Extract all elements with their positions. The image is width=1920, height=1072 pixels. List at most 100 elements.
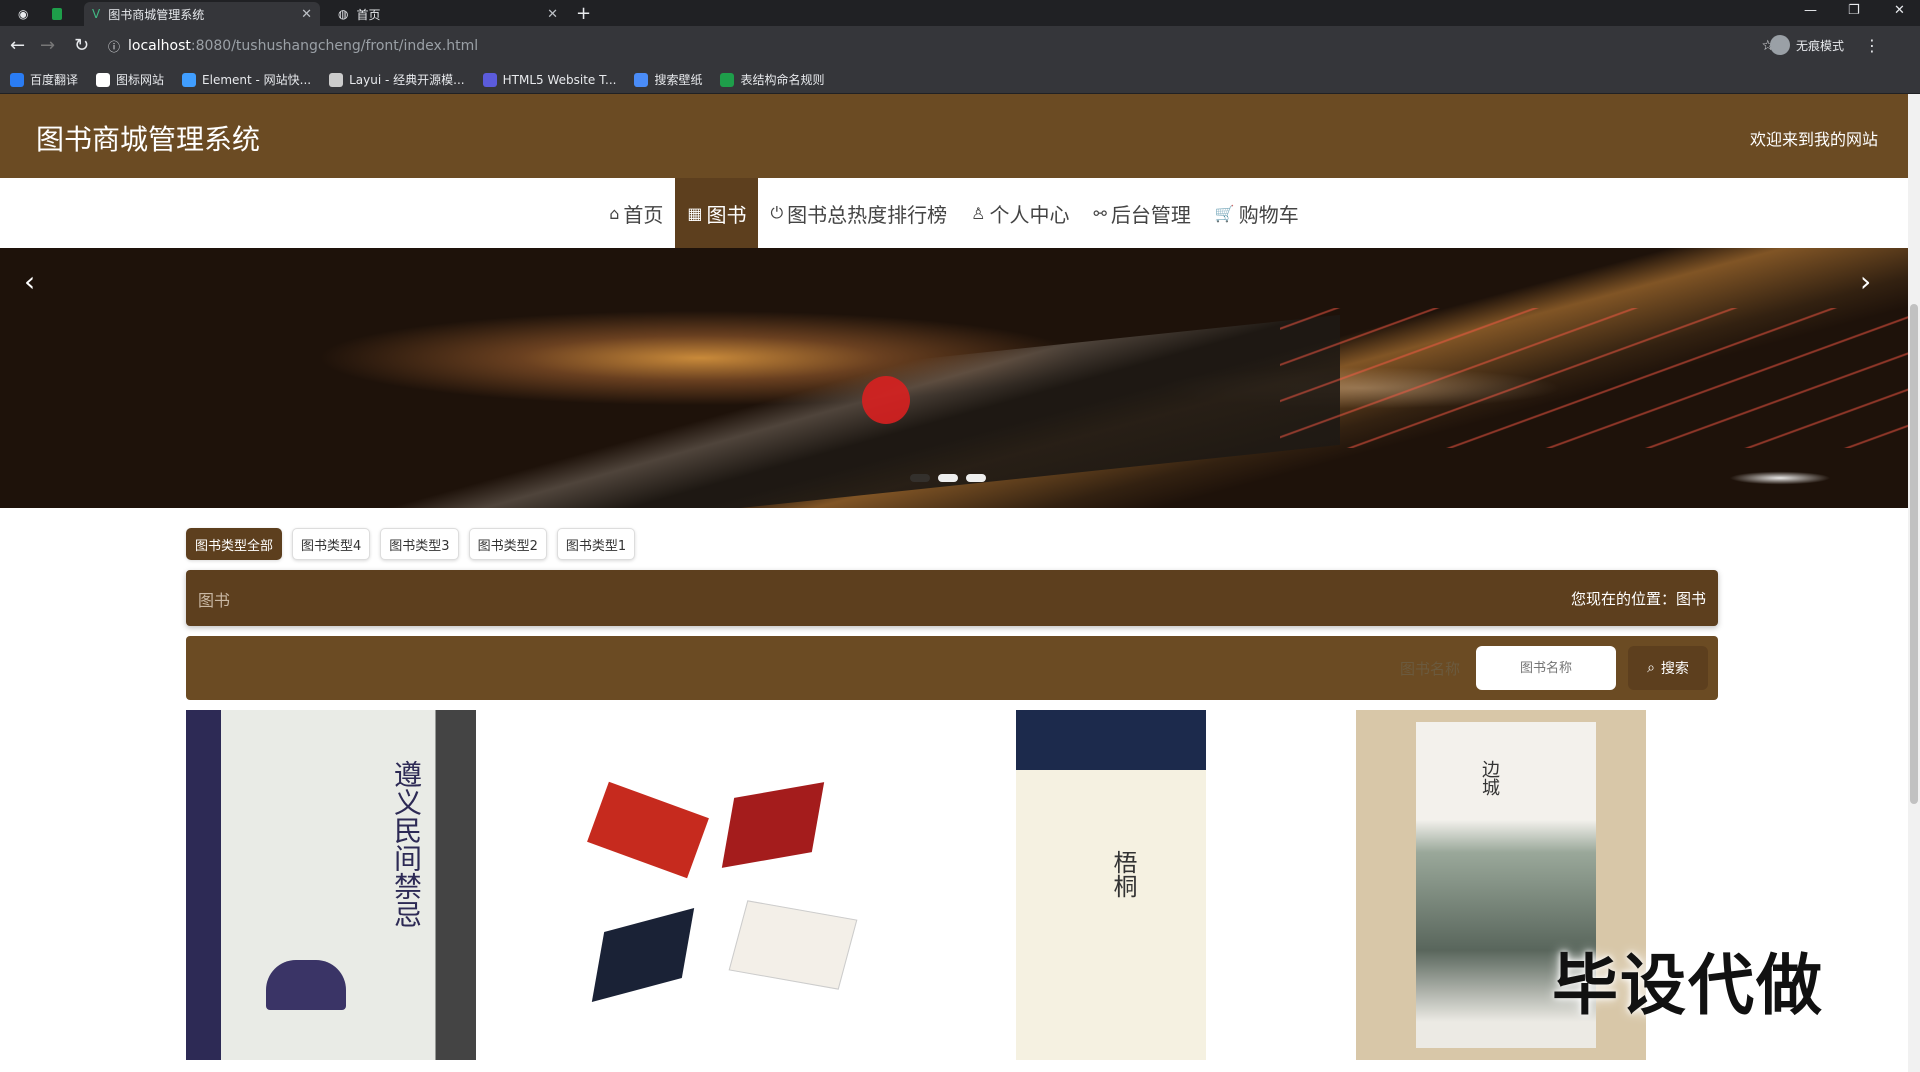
carousel-next-button[interactable]: › bbox=[1860, 268, 1871, 296]
restore-button[interactable]: ❐ bbox=[1848, 3, 1860, 18]
section-title: 图书 bbox=[198, 591, 231, 610]
nav-item[interactable]: ⚯ 后台管理 bbox=[1081, 178, 1202, 248]
category-chip[interactable]: 图书类型4 bbox=[292, 528, 371, 560]
bookmark-label: HTML5 Website T... bbox=[502, 72, 617, 87]
tab-title: 图书商城管理系统 bbox=[108, 7, 205, 22]
banner-carousel[interactable]: ‹ › bbox=[0, 248, 1908, 508]
nav-item[interactable]: ⏻ 图书总热度排行榜 bbox=[758, 178, 959, 248]
bookmark-item[interactable]: 表结构命名规则 bbox=[720, 71, 824, 88]
banner-light-streaks bbox=[1280, 308, 1908, 448]
bookmark-label: 百度翻译 bbox=[30, 73, 79, 87]
cart-illustration bbox=[266, 960, 346, 1010]
bookmark-item[interactable]: 搜索壁纸 bbox=[634, 71, 702, 88]
main-nav: ⌂ 首页 ▦ 图书 ⏻ 图书总热度排行榜 ♙ 个人中心 ⚯ 后台管理 🛒 购物车 bbox=[0, 178, 1908, 248]
watermark-text: 毕设代做 bbox=[1552, 947, 1824, 1024]
nav-item[interactable]: 🛒 购物车 bbox=[1203, 178, 1311, 248]
vue-icon: V bbox=[92, 7, 101, 21]
breadcrumb: 您现在的位置：图书 bbox=[1570, 590, 1706, 608]
site-title: 图书商城管理系统 bbox=[36, 123, 261, 156]
carousel-prev-button[interactable]: ‹ bbox=[24, 268, 35, 296]
category-chip[interactable]: 图书类型2 bbox=[468, 528, 547, 560]
book-card[interactable]: 梧桐 bbox=[1016, 710, 1206, 1060]
bookmark-label: 表结构命名规则 bbox=[740, 73, 825, 87]
home-icon: ⌂ bbox=[609, 203, 620, 223]
chrome-icon: ◉ bbox=[18, 7, 29, 21]
search-input[interactable] bbox=[1476, 646, 1616, 690]
bookmark-item[interactable]: HTML5 Website T... bbox=[482, 72, 617, 87]
carousel-dot[interactable] bbox=[910, 474, 930, 482]
cursor-highlight bbox=[862, 376, 910, 424]
close-icon[interactable]: ✕ bbox=[547, 7, 558, 22]
bookmark-label: Layui - 经典开源模... bbox=[349, 73, 465, 87]
carousel-indicators bbox=[910, 474, 986, 482]
bookmark-item[interactable]: Layui - 经典开源模... bbox=[329, 71, 465, 88]
search-button[interactable]: ⌕ 搜索 bbox=[1628, 646, 1708, 690]
url-field[interactable]: ⓘ localhost:8080/tushushangcheng/front/i… bbox=[108, 31, 1788, 61]
back-button[interactable]: ← bbox=[10, 35, 25, 56]
nav-label: 后台管理 bbox=[1110, 202, 1191, 227]
breadcrumb-bar: 图书 您现在的位置：图书 bbox=[186, 570, 1718, 626]
grid-icon: ▦ bbox=[687, 203, 703, 223]
book-cover-title: 梧桐 bbox=[1109, 850, 1137, 898]
forward-button[interactable]: → bbox=[40, 35, 55, 56]
bookmark-item[interactable]: 百度翻译 bbox=[10, 71, 78, 88]
link-icon: ⚯ bbox=[1093, 203, 1107, 223]
tab-home[interactable]: ◍ 首页 ✕ bbox=[330, 2, 566, 26]
book-card[interactable]: 遵义民间禁忌 bbox=[186, 710, 476, 1060]
flag-icon bbox=[96, 72, 111, 87]
url-path: :8080/tushushangcheng/front/index.html bbox=[190, 38, 479, 54]
tab-pinned-sheet[interactable] bbox=[44, 2, 70, 26]
book-illustration bbox=[587, 781, 709, 879]
reload-button[interactable]: ↻ bbox=[74, 35, 89, 56]
html5-icon bbox=[482, 72, 497, 87]
close-icon[interactable]: ✕ bbox=[301, 7, 312, 22]
banner-bridge-shape bbox=[140, 314, 1340, 508]
sheet-icon bbox=[52, 8, 62, 20]
carousel-dot[interactable] bbox=[966, 474, 986, 482]
nav-label: 个人中心 bbox=[989, 202, 1070, 227]
book-cover-title: 遵义民间禁忌 bbox=[390, 760, 423, 928]
menu-icon[interactable]: ⋮ bbox=[1864, 36, 1880, 55]
search-bar: 图书名称 ⌕ 搜索 bbox=[186, 636, 1718, 700]
layui-icon bbox=[329, 72, 344, 87]
info-icon: ⓘ bbox=[108, 39, 121, 54]
category-chip[interactable]: 图书类型1 bbox=[556, 528, 636, 560]
book-card[interactable] bbox=[578, 710, 868, 1060]
url-host: localhost bbox=[128, 38, 191, 54]
cart-icon: 🛒 bbox=[1214, 203, 1235, 223]
category-filter: 图书类型全部 图书类型4 图书类型3 图书类型2 图书类型1 bbox=[186, 528, 636, 560]
wallpaper-icon bbox=[634, 72, 649, 87]
scrollbar-thumb[interactable] bbox=[1910, 304, 1918, 804]
incognito-icon bbox=[1769, 35, 1790, 55]
carousel-dot[interactable] bbox=[938, 474, 958, 482]
power-icon: ⏻ bbox=[770, 203, 784, 222]
new-tab-button[interactable]: + bbox=[576, 3, 591, 24]
bookmark-item[interactable]: 图标网站 bbox=[96, 71, 164, 88]
search-label: 图书名称 bbox=[1400, 660, 1461, 678]
nav-label: 图书总热度排行榜 bbox=[787, 202, 948, 227]
window-close-button[interactable]: ✕ bbox=[1894, 3, 1905, 18]
profile-label: 无痕模式 bbox=[1795, 38, 1844, 53]
book-illustration bbox=[591, 907, 695, 1003]
tab-library-system[interactable]: V 图书商城管理系统 ✕ bbox=[84, 2, 320, 26]
search-button-label: 搜索 bbox=[1660, 661, 1689, 677]
translate-icon bbox=[10, 72, 24, 87]
nav-item[interactable]: ⌂ 首页 bbox=[597, 178, 675, 248]
incognito-profile[interactable]: 无痕模式 ⋮ bbox=[1769, 35, 1880, 55]
site-header: 图书商城管理系统 欢迎来到我的网站 bbox=[0, 94, 1908, 178]
search-icon: ⌕ bbox=[1647, 660, 1655, 676]
page-scrollbar[interactable] bbox=[1908, 94, 1920, 1072]
nav-item[interactable]: ♙ 个人中心 bbox=[959, 178, 1081, 248]
category-chip[interactable]: 图书类型3 bbox=[380, 528, 459, 560]
nav-item[interactable]: ▦ 图书 bbox=[675, 178, 759, 248]
browser-tab-bar: ◉ V 图书商城管理系统 ✕ ◍ 首页 ✕ + — ❐ ✕ bbox=[0, 0, 1920, 26]
element-icon bbox=[182, 72, 197, 87]
address-bar-row: ← → ↻ ⓘ localhost:8080/tushushangcheng/f… bbox=[0, 26, 1920, 66]
bookmark-item[interactable]: Element - 网站快... bbox=[182, 71, 311, 88]
sheet-icon bbox=[720, 72, 735, 87]
bookmark-label: 搜索壁纸 bbox=[654, 73, 703, 87]
category-chip[interactable]: 图书类型全部 bbox=[186, 528, 283, 560]
globe-icon: ◍ bbox=[338, 7, 349, 21]
minimize-button[interactable]: — bbox=[1804, 3, 1817, 18]
tab-title: 首页 bbox=[356, 7, 381, 22]
